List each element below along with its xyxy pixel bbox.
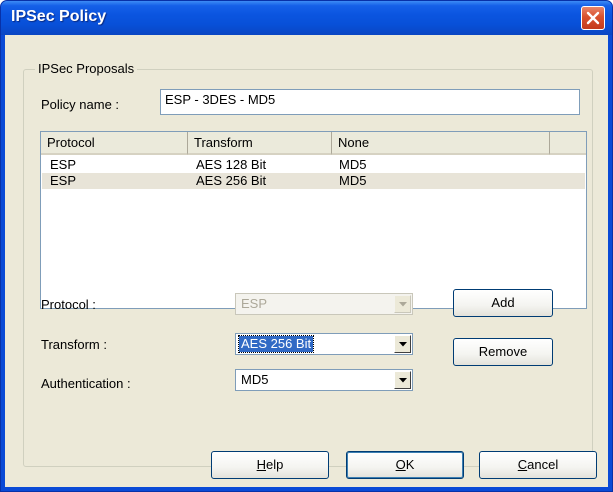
- protocol-select: ESP: [235, 293, 413, 315]
- cancel-button[interactable]: Cancel: [479, 451, 597, 479]
- cell-protocol: ESP: [50, 157, 77, 172]
- transform-dropdown-button[interactable]: [394, 335, 411, 353]
- protocol-dropdown-button: [394, 295, 411, 313]
- ok-button[interactable]: OK: [346, 451, 464, 479]
- ok-mnemonic: O: [395, 457, 406, 472]
- cancel-label-rest: ancel: [527, 457, 559, 472]
- cell-protocol: ESP: [50, 173, 77, 188]
- group-legend: IPSec Proposals: [35, 61, 138, 76]
- list-header: Protocol Transform None: [41, 132, 586, 155]
- protocol-label: Protocol :: [41, 297, 96, 312]
- list-item-selected[interactable]: ESP AES 256 Bit MD5: [42, 173, 585, 189]
- cell-auth: MD5: [339, 173, 367, 188]
- transform-value: AES 256 Bit: [237, 335, 315, 353]
- authentication-value: MD5: [241, 372, 269, 387]
- policy-name-field[interactable]: ESP - 3DES - MD5: [160, 89, 580, 115]
- add-button[interactable]: Add: [453, 289, 553, 317]
- help-mnemonic: H: [256, 457, 267, 472]
- remove-button[interactable]: Remove: [453, 338, 553, 366]
- authentication-label: Authentication :: [41, 376, 131, 391]
- authentication-dropdown-button[interactable]: [394, 371, 411, 389]
- help-button[interactable]: Help: [211, 451, 329, 479]
- authentication-select[interactable]: MD5: [235, 369, 413, 391]
- cell-auth: MD5: [339, 157, 367, 172]
- column-transform[interactable]: Transform: [188, 132, 332, 155]
- proposals-list[interactable]: Protocol Transform None ESP AES 128 Bit …: [40, 131, 587, 309]
- cell-transform: AES 256 Bit: [196, 173, 267, 188]
- dialog-window: IPSec Policy IPSec Proposals Policy name…: [0, 0, 613, 492]
- list-item[interactable]: ESP AES 128 Bit MD5: [42, 157, 585, 173]
- cell-transform: AES 128 Bit: [196, 157, 267, 172]
- chevron-down-icon: [399, 342, 407, 347]
- ok-label-rest: K: [405, 457, 415, 472]
- chevron-down-icon: [399, 302, 407, 307]
- column-filler: [550, 132, 586, 155]
- help-label-rest: elp: [266, 457, 284, 472]
- window-frame-bottom: [1, 487, 612, 491]
- chevron-down-icon: [399, 378, 407, 383]
- cancel-mnemonic: C: [517, 457, 528, 472]
- window-title: IPSec Policy: [11, 8, 107, 25]
- policy-name-label: Policy name :: [41, 97, 120, 112]
- transform-label: Transform :: [41, 337, 107, 352]
- title-bar[interactable]: IPSec Policy: [1, 1, 612, 35]
- transform-select[interactable]: AES 256 Bit: [235, 333, 413, 355]
- protocol-value: ESP: [241, 296, 268, 311]
- close-button[interactable]: [581, 6, 605, 30]
- column-none[interactable]: None: [332, 132, 550, 155]
- dialog-body: IPSec Proposals Policy name : ESP - 3DES…: [5, 35, 608, 487]
- close-icon: [586, 11, 600, 25]
- column-protocol[interactable]: Protocol: [41, 132, 188, 155]
